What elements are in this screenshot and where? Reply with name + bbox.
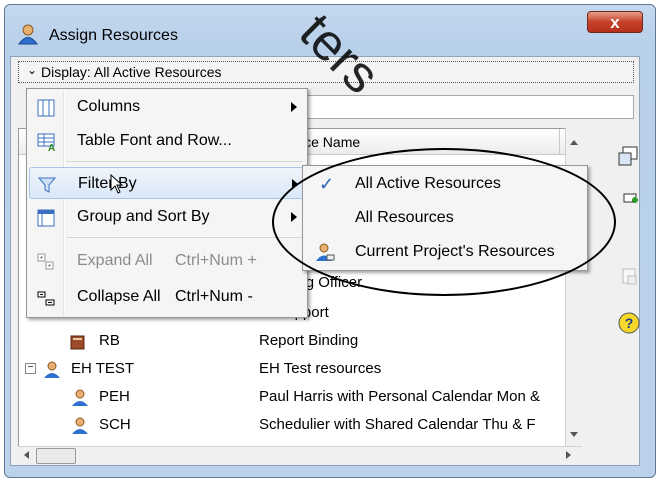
table-row[interactable]: − EH TEST EH Test resources L [19, 357, 577, 381]
menu-item-collapse-all[interactable]: Collapse All Ctrl+Num - [29, 281, 305, 313]
columns-icon [37, 99, 55, 117]
row-code: EH TEST [71, 360, 135, 377]
collapse-all-icon [37, 291, 55, 306]
menu-item-table-font[interactable]: A Table Font and Row... [29, 125, 305, 157]
menu-item-group-sort[interactable]: Group and Sort By [29, 201, 305, 233]
expand-all-icon [37, 253, 54, 270]
window-title: Assign Resources [49, 27, 178, 44]
assign-disabled-icon[interactable] [616, 264, 642, 290]
menu-item-shortcut: Ctrl+Num - [175, 288, 253, 305]
menu-item-shortcut: Ctrl+Num + [175, 252, 257, 269]
add-resource-icon[interactable] [616, 188, 642, 214]
resource-person-icon [72, 389, 88, 406]
menu-item-label: Expand All [77, 252, 153, 269]
menu-item-expand-all[interactable]: Expand All Ctrl+Num + [29, 245, 305, 277]
horizontal-scrollbar[interactable] [18, 446, 582, 464]
annotation-ellipse [272, 148, 616, 296]
menu-item-label: Group and Sort By [77, 208, 210, 225]
svg-text:?: ? [625, 315, 634, 331]
submenu-arrow-icon [291, 102, 297, 112]
row-name: Paul Harris with Personal Calendar Mon & [259, 388, 540, 405]
menu-item-label: Columns [77, 98, 141, 115]
menu-item-filter-by[interactable]: Filter By [29, 167, 305, 199]
table-row[interactable]: RB Report Binding M [19, 329, 581, 353]
table-font-icon: A [37, 133, 55, 151]
detach-window-icon[interactable] [616, 144, 642, 170]
table-row[interactable]: PEH Paul Harris with Personal Calendar M… [19, 385, 577, 409]
resource-person-icon [72, 417, 88, 434]
collapse-toggle-icon[interactable]: − [25, 363, 36, 374]
book-icon [70, 335, 85, 350]
row-name: Schedulier with Shared Calendar Thu & F [259, 416, 536, 433]
menu-item-label: Table Font and Row... [77, 132, 232, 149]
menu-item-label: Collapse All [77, 288, 161, 305]
svg-text:A: A [48, 143, 55, 151]
close-button[interactable]: x [587, 11, 643, 33]
row-name: Report Binding [259, 332, 359, 349]
row-code: SCH [99, 416, 131, 433]
resource-person-icon [18, 24, 38, 45]
menu-item-label: Filter By [78, 175, 137, 192]
filter-funnel-icon [38, 177, 56, 193]
scroll-up-icon[interactable] [570, 140, 578, 145]
help-icon[interactable]: ? [616, 310, 642, 336]
group-sort-icon [37, 209, 55, 227]
chevron-down-icon[interactable]: ⌄ [27, 63, 37, 77]
context-menu: Columns A Table Font and Row... Filter B… [26, 88, 308, 318]
scroll-thumb[interactable] [36, 448, 76, 464]
scroll-right-icon[interactable] [566, 451, 571, 459]
row-name: EH Test resources [259, 360, 382, 377]
menu-separator [67, 161, 303, 162]
row-code: RB [99, 332, 120, 349]
mouse-cursor-icon [110, 174, 124, 194]
resource-group-icon [44, 361, 60, 378]
menu-item-columns[interactable]: Columns [29, 91, 305, 123]
scroll-left-icon[interactable] [24, 451, 29, 459]
table-row[interactable]: SCH Schedulier with Shared Calendar Thu … [19, 413, 577, 437]
display-label: Display: All Active Resources [41, 64, 222, 80]
menu-separator [67, 237, 303, 238]
row-code: PEH [99, 388, 130, 405]
scroll-down-icon[interactable] [570, 432, 578, 437]
